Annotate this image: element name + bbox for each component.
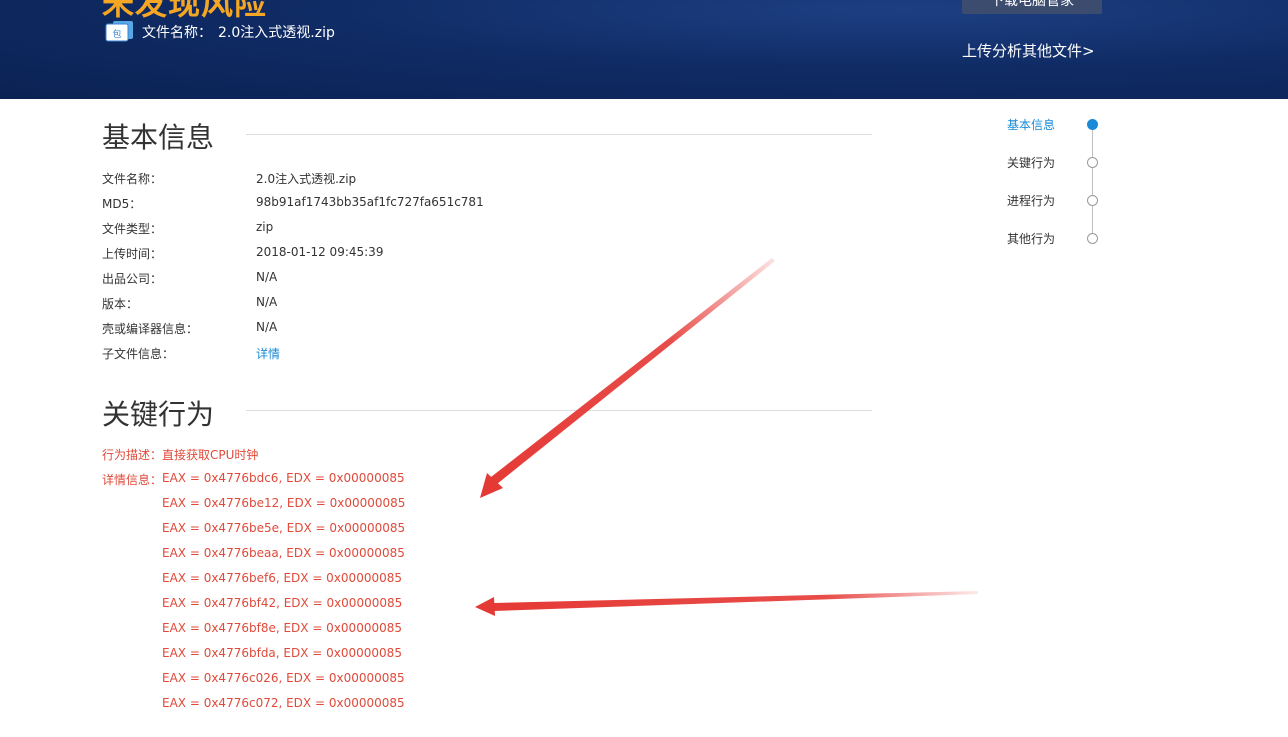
header-file-info: 文件名称： 2.0注入式透视.zip: [142, 22, 335, 42]
behavior-description: 行为描述：直接获取CPU时钟: [102, 446, 258, 463]
detail-line: EAX = 0x4776bf8e, EDX = 0x00000085: [162, 621, 402, 635]
subfile-details-link[interactable]: 详情: [256, 345, 280, 362]
behavior-desc-value: 直接获取CPU时钟: [162, 448, 259, 462]
file-icon-text: 包: [112, 28, 121, 40]
side-nav-process-behavior[interactable]: 进程行为: [1007, 192, 1055, 209]
detail-line: EAX = 0x4776beaa, EDX = 0x00000085: [162, 546, 405, 560]
basic-info-heading: 基本信息: [102, 121, 215, 154]
side-nav-dot-active[interactable]: [1087, 119, 1098, 130]
arrow-to-first-detail: [480, 258, 775, 498]
key-behavior-heading: 关键行为: [102, 398, 215, 431]
info-label: 子文件信息：: [102, 347, 175, 361]
info-label: 文件类型：: [102, 222, 163, 236]
detail-line: EAX = 0x4776c072, EDX = 0x00000085: [162, 696, 405, 710]
info-value: 2018-01-12 09:45:39: [256, 245, 384, 259]
detail-line: EAX = 0x4776be12, EDX = 0x00000085: [162, 496, 406, 510]
header-banner: 未发现风险 包 文件名称： 2.0注入式透视.zip 下载电脑管家 上传分析其他文…: [0, 0, 1288, 99]
info-label: 出品公司：: [102, 272, 163, 286]
side-nav-key-behavior[interactable]: 关键行为: [1007, 154, 1055, 171]
detail-line: EAX = 0x4776bfda, EDX = 0x00000085: [162, 646, 402, 660]
info-label: 壳或编译器信息：: [102, 322, 199, 336]
arrow-to-middle-detail: [475, 591, 978, 616]
detail-line: EAX = 0x4776bdc6, EDX = 0x00000085: [162, 471, 405, 485]
side-nav-timeline: [1092, 124, 1093, 238]
detail-line: EAX = 0x4776bef6, EDX = 0x00000085: [162, 571, 402, 585]
info-value: 98b91af1743bb35af1fc727fa651c781: [256, 195, 484, 209]
package-file-icon: 包: [105, 21, 133, 42]
side-nav-dot[interactable]: [1087, 157, 1098, 168]
info-label: 版本：: [102, 297, 139, 311]
info-value: zip: [256, 220, 274, 234]
behavior-desc-label: 行为描述：: [102, 448, 163, 462]
side-nav-dot[interactable]: [1087, 195, 1098, 206]
detail-line: EAX = 0x4776be5e, EDX = 0x00000085: [162, 521, 406, 535]
info-value: N/A: [256, 320, 278, 334]
info-value: 2.0注入式透视.zip: [256, 172, 357, 186]
side-nav-basic-info[interactable]: 基本信息: [1007, 116, 1055, 133]
header-file-label: 文件名称：: [142, 25, 212, 41]
detail-line: EAX = 0x4776bf42, EDX = 0x00000085: [162, 596, 403, 610]
detail-info-label: 详情信息：: [102, 473, 163, 487]
download-pc-manager-button[interactable]: 下载电脑管家: [962, 0, 1102, 14]
side-nav-dot[interactable]: [1087, 233, 1098, 244]
info-value: N/A: [256, 270, 278, 284]
key-behavior-divider: [246, 410, 872, 411]
detail-line: EAX = 0x4776c026, EDX = 0x00000085: [162, 671, 405, 685]
info-label: MD5：: [102, 197, 142, 211]
info-value: N/A: [256, 295, 278, 309]
header-file-name: 2.0注入式透视.zip: [218, 25, 335, 41]
info-label: 文件名称：: [102, 172, 163, 186]
upload-other-file-link[interactable]: 上传分析其他文件>: [962, 40, 1095, 61]
info-label: 上传时间：: [102, 247, 163, 261]
side-nav-other-behavior[interactable]: 其他行为: [1007, 230, 1055, 247]
basic-info-divider: [246, 134, 872, 135]
